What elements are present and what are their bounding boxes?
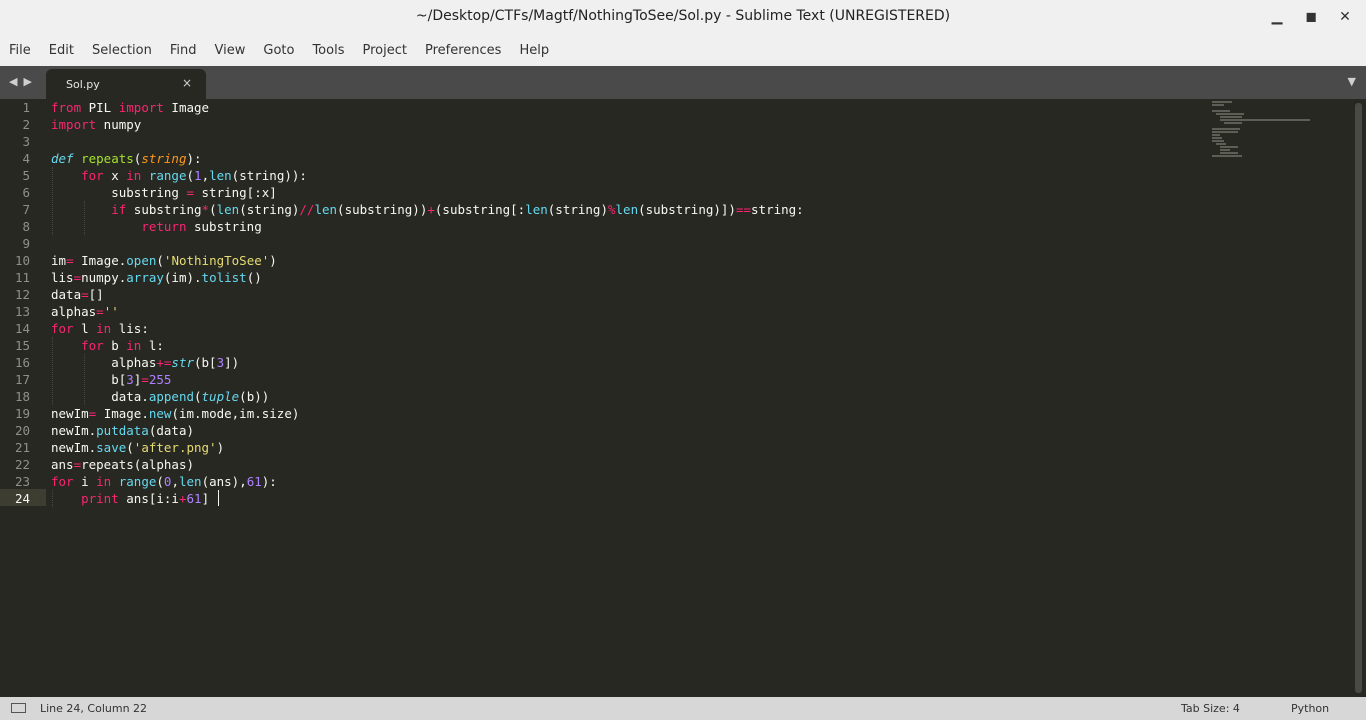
tab-size-indicator[interactable]: Tab Size: 4	[1181, 702, 1240, 715]
code-line-19: newIm= Image.new(im.mode,im.size)	[51, 406, 300, 421]
code-line-18: data.append(tuple(b))	[51, 389, 270, 404]
line-gutter: 1 2 3 4 5 6 7 8 9 10 11 12 13 14 15 16 1…	[0, 99, 46, 697]
code-line-22: ans=repeats(alphas)	[51, 457, 194, 472]
tab-sol-py[interactable]: Sol.py ×	[46, 69, 206, 99]
line-number: 13	[14, 304, 30, 319]
line-number: 8	[22, 219, 30, 234]
cursor-position: Line 24, Column 22	[40, 702, 148, 715]
menu-edit[interactable]: Edit	[40, 43, 83, 58]
tab-next-icon[interactable]: ▶	[23, 75, 31, 88]
line-number: 11	[14, 270, 30, 285]
code-line-23: for i in range(0,len(ans),61):	[51, 474, 277, 489]
line-number: 2	[22, 117, 30, 132]
line-number: 1	[22, 100, 30, 115]
minimap[interactable]	[1210, 99, 1330, 159]
window-controls: ▁ ◼ ✕	[1264, 6, 1358, 28]
editor-area[interactable]: 1 2 3 4 5 6 7 8 9 10 11 12 13 14 15 16 1…	[0, 99, 1366, 697]
syntax-indicator[interactable]: Python	[1291, 702, 1329, 715]
line-number: 10	[14, 253, 30, 268]
close-icon[interactable]: ✕	[1332, 6, 1358, 28]
tab-strip: ◀ ▶ Sol.py × ▼	[0, 66, 1366, 99]
menu-bar: File Edit Selection Find View Goto Tools…	[0, 34, 1366, 67]
tab-dropdown-icon[interactable]: ▼	[1348, 75, 1356, 88]
window-title: ~/Desktop/CTFs/Magtf/NothingToSee/Sol.py…	[415, 8, 951, 24]
line-number: 14	[14, 321, 30, 336]
code-line-24: print ans[i:i+61]	[81, 491, 210, 506]
panel-toggle-icon[interactable]	[11, 703, 26, 713]
code-line-7: if substring*(len(string)//len(substring…	[111, 202, 804, 217]
line-number: 5	[22, 168, 30, 183]
code-area[interactable]: from PIL import Image import numpy def r…	[51, 99, 804, 541]
code-line-21: newIm.save('after.png')	[51, 440, 225, 455]
code-line-14: for l in lis:	[51, 321, 149, 336]
menu-goto[interactable]: Goto	[254, 43, 303, 58]
code-line-12: data=[]	[51, 287, 104, 302]
line-number: 18	[14, 389, 30, 404]
code-line-20: newIm.putdata(data)	[51, 423, 194, 438]
code-line-13: alphas=''	[51, 304, 119, 319]
menu-view[interactable]: View	[206, 43, 255, 58]
code-line-8: return substring	[141, 219, 262, 234]
menu-file[interactable]: File	[0, 43, 40, 58]
title-bar: ~/Desktop/CTFs/Magtf/NothingToSee/Sol.py…	[0, 0, 1366, 34]
tab-nav-arrows: ◀ ▶	[9, 75, 32, 88]
code-line-17: b[3]=255	[51, 372, 172, 387]
code-line-11: lis=numpy.array(im).tolist()	[51, 270, 262, 285]
menu-project[interactable]: Project	[353, 43, 415, 58]
line-number: 3	[22, 134, 30, 149]
line-number: 4	[22, 151, 30, 166]
menu-tools[interactable]: Tools	[303, 43, 353, 58]
code-line-10: im= Image.open('NothingToSee')	[51, 253, 277, 268]
line-number: 24	[14, 491, 30, 506]
menu-preferences[interactable]: Preferences	[416, 43, 510, 58]
line-number: 23	[14, 474, 30, 489]
line-number: 20	[14, 423, 30, 438]
line-number: 22	[14, 457, 30, 472]
line-number: 16	[14, 355, 30, 370]
line-number: 6	[22, 185, 30, 200]
vertical-scrollbar[interactable]	[1355, 103, 1362, 693]
line-number: 17	[14, 372, 30, 387]
code-line-16: alphas+=str(b[3])	[51, 355, 240, 370]
code-line-4: def repeats(string):	[51, 151, 202, 166]
menu-help[interactable]: Help	[510, 43, 558, 58]
code-line-5: for x in range(1,len(string)):	[81, 168, 307, 183]
status-bar: Line 24, Column 22 Tab Size: 4 Python	[0, 697, 1366, 720]
menu-selection[interactable]: Selection	[83, 43, 161, 58]
tab-label: Sol.py	[66, 78, 100, 91]
tab-prev-icon[interactable]: ◀	[9, 75, 17, 88]
line-number: 7	[22, 202, 30, 217]
text-cursor	[218, 490, 219, 506]
menu-find[interactable]: Find	[161, 43, 206, 58]
minimize-icon[interactable]: ▁	[1264, 6, 1290, 28]
code-line-1: from PIL import Image	[51, 100, 210, 115]
line-number: 12	[14, 287, 30, 302]
maximize-icon[interactable]: ◼	[1298, 6, 1324, 28]
line-number: 19	[14, 406, 30, 421]
line-number: 9	[22, 236, 30, 251]
tab-close-icon[interactable]: ×	[182, 76, 192, 90]
code-line-2: import numpy	[51, 117, 142, 132]
code-line-6: substring = string[:x]	[51, 185, 277, 200]
code-line-15: for b in l:	[81, 338, 164, 353]
line-number: 15	[14, 338, 30, 353]
line-number: 21	[14, 440, 30, 455]
